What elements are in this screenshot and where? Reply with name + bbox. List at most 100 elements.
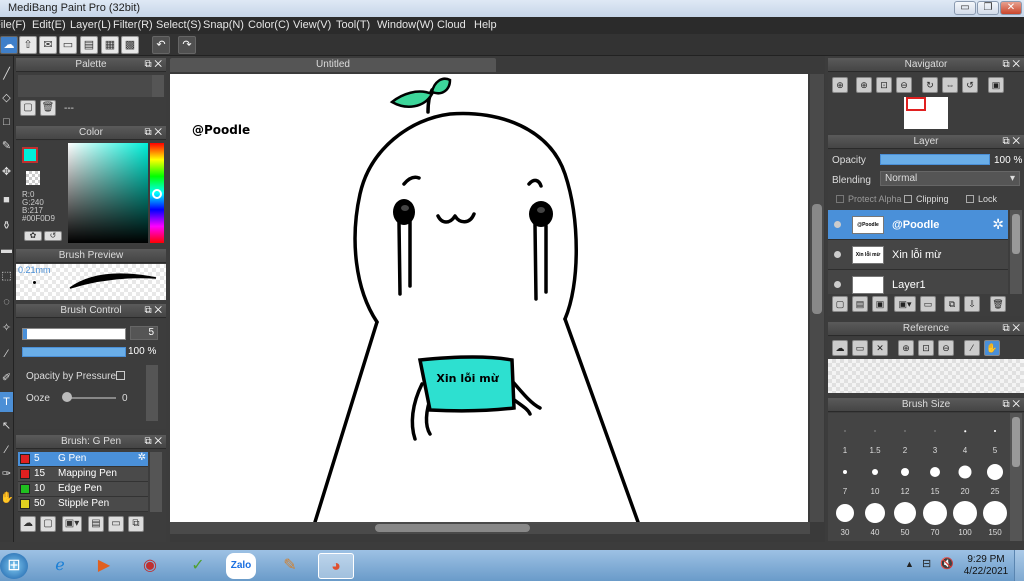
eyedropper-tool-icon[interactable]: ⁄ <box>0 344 13 364</box>
brush-item-g-pen[interactable]: 5 G Pen ✲ <box>18 452 148 467</box>
cloud-icon[interactable]: ☁ <box>0 36 18 54</box>
tray-arrow-icon[interactable]: ▲ <box>905 559 914 569</box>
brush-item-stipple-pen[interactable]: 50 Stipple Pen <box>18 497 148 512</box>
zoom-in-icon[interactable]: ⊕ <box>832 77 848 93</box>
menu-file[interactable]: File(F) <box>0 19 26 31</box>
brush-size-option[interactable]: 5 <box>980 415 1010 455</box>
layer-row-poodle[interactable]: @Poodle @Poodle ✲ <box>828 210 1008 240</box>
pen-tool-icon[interactable]: ╱ <box>0 64 13 84</box>
zalo-icon[interactable]: Zalo <box>226 553 256 579</box>
menu-help[interactable]: Help <box>474 19 497 31</box>
reference-eyedropper-icon[interactable]: ⁄ <box>964 340 980 356</box>
shape-tool-icon[interactable]: □ <box>0 112 13 132</box>
brush-control-scrollbar[interactable] <box>146 365 158 421</box>
brush-size-option[interactable]: 20 <box>950 456 980 496</box>
brush-size-option[interactable]: 3 <box>920 415 950 455</box>
brush-list-scrollbar[interactable] <box>150 452 162 512</box>
palette-swatches[interactable] <box>18 75 152 97</box>
brush-size-option[interactable]: 2 <box>890 415 920 455</box>
lock-checkbox[interactable] <box>966 195 974 203</box>
eye-icon[interactable] <box>834 251 841 258</box>
brush-size-option[interactable]: 10 <box>860 456 890 496</box>
open-reference-icon[interactable]: ▭ <box>852 340 868 356</box>
brush-size-option[interactable]: 100 <box>950 497 980 537</box>
lasso-tool-icon[interactable]: ◌ <box>0 292 13 312</box>
palette-scrollbar[interactable] <box>152 75 164 97</box>
reference-fit-icon[interactable]: ⊡ <box>918 340 934 356</box>
reference-view[interactable] <box>828 359 1024 393</box>
rotate-icon[interactable]: ↻ <box>922 77 938 93</box>
brush-size-option[interactable]: 1.5 <box>860 415 890 455</box>
bucket-tool-icon[interactable]: ⚱ <box>0 216 13 236</box>
add-brush-folder-icon[interactable]: ▢ <box>40 516 56 532</box>
brush-size-option[interactable]: 50 <box>890 497 920 537</box>
navigator-viewport-rect[interactable] <box>906 97 926 111</box>
reference-zoom-in-icon[interactable]: ⊕ <box>898 340 914 356</box>
menu-layer[interactable]: Layer(L) <box>70 19 111 31</box>
layer-blending-select[interactable]: Normal ▾ <box>880 171 1020 186</box>
brush-size-slider[interactable] <box>22 328 126 340</box>
drawing-canvas[interactable]: @Poodle Xin lỗi mừ <box>170 74 808 522</box>
color-swap-icon[interactable]: ↺ <box>44 231 62 241</box>
clipping-checkbox[interactable] <box>904 195 912 203</box>
layer-list-scrollbar[interactable] <box>1010 210 1022 294</box>
brush-size-option[interactable]: 7 <box>830 456 860 496</box>
select-tool-icon[interactable]: ⬚ <box>0 266 13 286</box>
text-tool-icon[interactable]: T <box>0 392 13 412</box>
brush-size-option[interactable]: 12 <box>890 456 920 496</box>
volume-icon[interactable]: 🔇 <box>940 557 954 570</box>
brush-settings-icon[interactable]: ▤ <box>88 516 104 532</box>
menu-window[interactable]: Window(W) <box>377 19 434 31</box>
color-mode-icon[interactable]: ✿ <box>24 231 42 241</box>
brush-item-mapping-pen[interactable]: 15 Mapping Pen <box>18 467 148 482</box>
brush-size-option[interactable]: 1 <box>830 415 860 455</box>
menu-view[interactable]: View(V) <box>293 19 331 31</box>
panel-close-icon[interactable]: ⧉ ✕ <box>1002 398 1020 412</box>
magic-wand-tool-icon[interactable]: ✧ <box>0 318 13 338</box>
cloud-reference-icon[interactable]: ☁ <box>832 340 848 356</box>
reference-zoom-out-icon[interactable]: ⊖ <box>938 340 954 356</box>
fit-icon[interactable]: ⊡ <box>876 77 892 93</box>
new-palette-icon[interactable]: ▢ <box>20 100 36 116</box>
brush-item-edge-pen[interactable]: 10 Edge Pen <box>18 482 148 497</box>
clock[interactable]: 9:29 PM 4/22/2021 <box>962 554 1010 578</box>
internet-explorer-icon[interactable]: ℯ <box>42 553 78 579</box>
duplicate-icon[interactable]: ⧉ <box>128 516 144 532</box>
app-icon[interactable]: ✓ <box>180 553 216 579</box>
layer-row-layer1[interactable]: Layer1 <box>828 270 1008 294</box>
brush-size-scrollbar[interactable] <box>1010 413 1022 541</box>
menu-select[interactable]: Select(S) <box>156 19 201 31</box>
layer-row-xin-loi[interactable]: Xin lỗi mừ Xin lỗi mừ <box>828 240 1008 270</box>
undo-icon[interactable]: ↶ <box>152 36 170 54</box>
navigator-option-icon[interactable]: ▣ <box>988 77 1004 93</box>
document-tab[interactable]: Untitled <box>170 58 496 72</box>
panel-close-icon[interactable]: ⧉ ✕ <box>1002 135 1020 149</box>
flip-icon[interactable]: ⇔ <box>942 77 958 93</box>
divide-tool-icon[interactable]: ⁄ <box>0 440 13 460</box>
brush-size-option[interactable]: 4 <box>950 415 980 455</box>
canvas-vertical-scrollbar[interactable] <box>810 74 824 522</box>
vertical-scroll-thumb[interactable] <box>812 204 822 314</box>
pages-icon[interactable]: ▦ <box>101 36 119 54</box>
duplicate-layer-icon[interactable]: ⧉ <box>944 296 960 312</box>
zoom-in-2-icon[interactable]: ⊕ <box>856 77 872 93</box>
redo-icon[interactable]: ↷ <box>178 36 196 54</box>
brush-size-option[interactable]: 25 <box>980 456 1010 496</box>
chat-icon[interactable]: ▭ <box>59 36 77 54</box>
brush-size-option[interactable]: 30 <box>830 497 860 537</box>
ooze-slider-handle[interactable] <box>62 392 72 402</box>
select-pen-tool-icon[interactable]: ✐ <box>0 368 13 388</box>
media-player-icon[interactable]: ▶ <box>86 553 122 579</box>
menu-color[interactable]: Color(C) <box>248 19 290 31</box>
brush-size-option[interactable]: 15 <box>920 456 950 496</box>
maximize-button[interactable]: ❐ <box>977 1 999 15</box>
brush-opacity-slider[interactable] <box>22 347 126 357</box>
new-halftone-layer-icon[interactable]: ▤ <box>852 296 868 312</box>
panel-close-icon[interactable]: ⧉ ✕ <box>144 435 162 449</box>
navigator-thumbnail[interactable] <box>904 97 948 129</box>
delete-layer-icon[interactable]: 🗑 <box>990 296 1006 312</box>
hue-slider-handle[interactable] <box>152 189 162 199</box>
brush-size-option[interactable]: 150 <box>980 497 1010 537</box>
layer-folder-icon[interactable]: ▭ <box>920 296 936 312</box>
brush-menu-icon[interactable]: ▣▾ <box>62 516 82 532</box>
